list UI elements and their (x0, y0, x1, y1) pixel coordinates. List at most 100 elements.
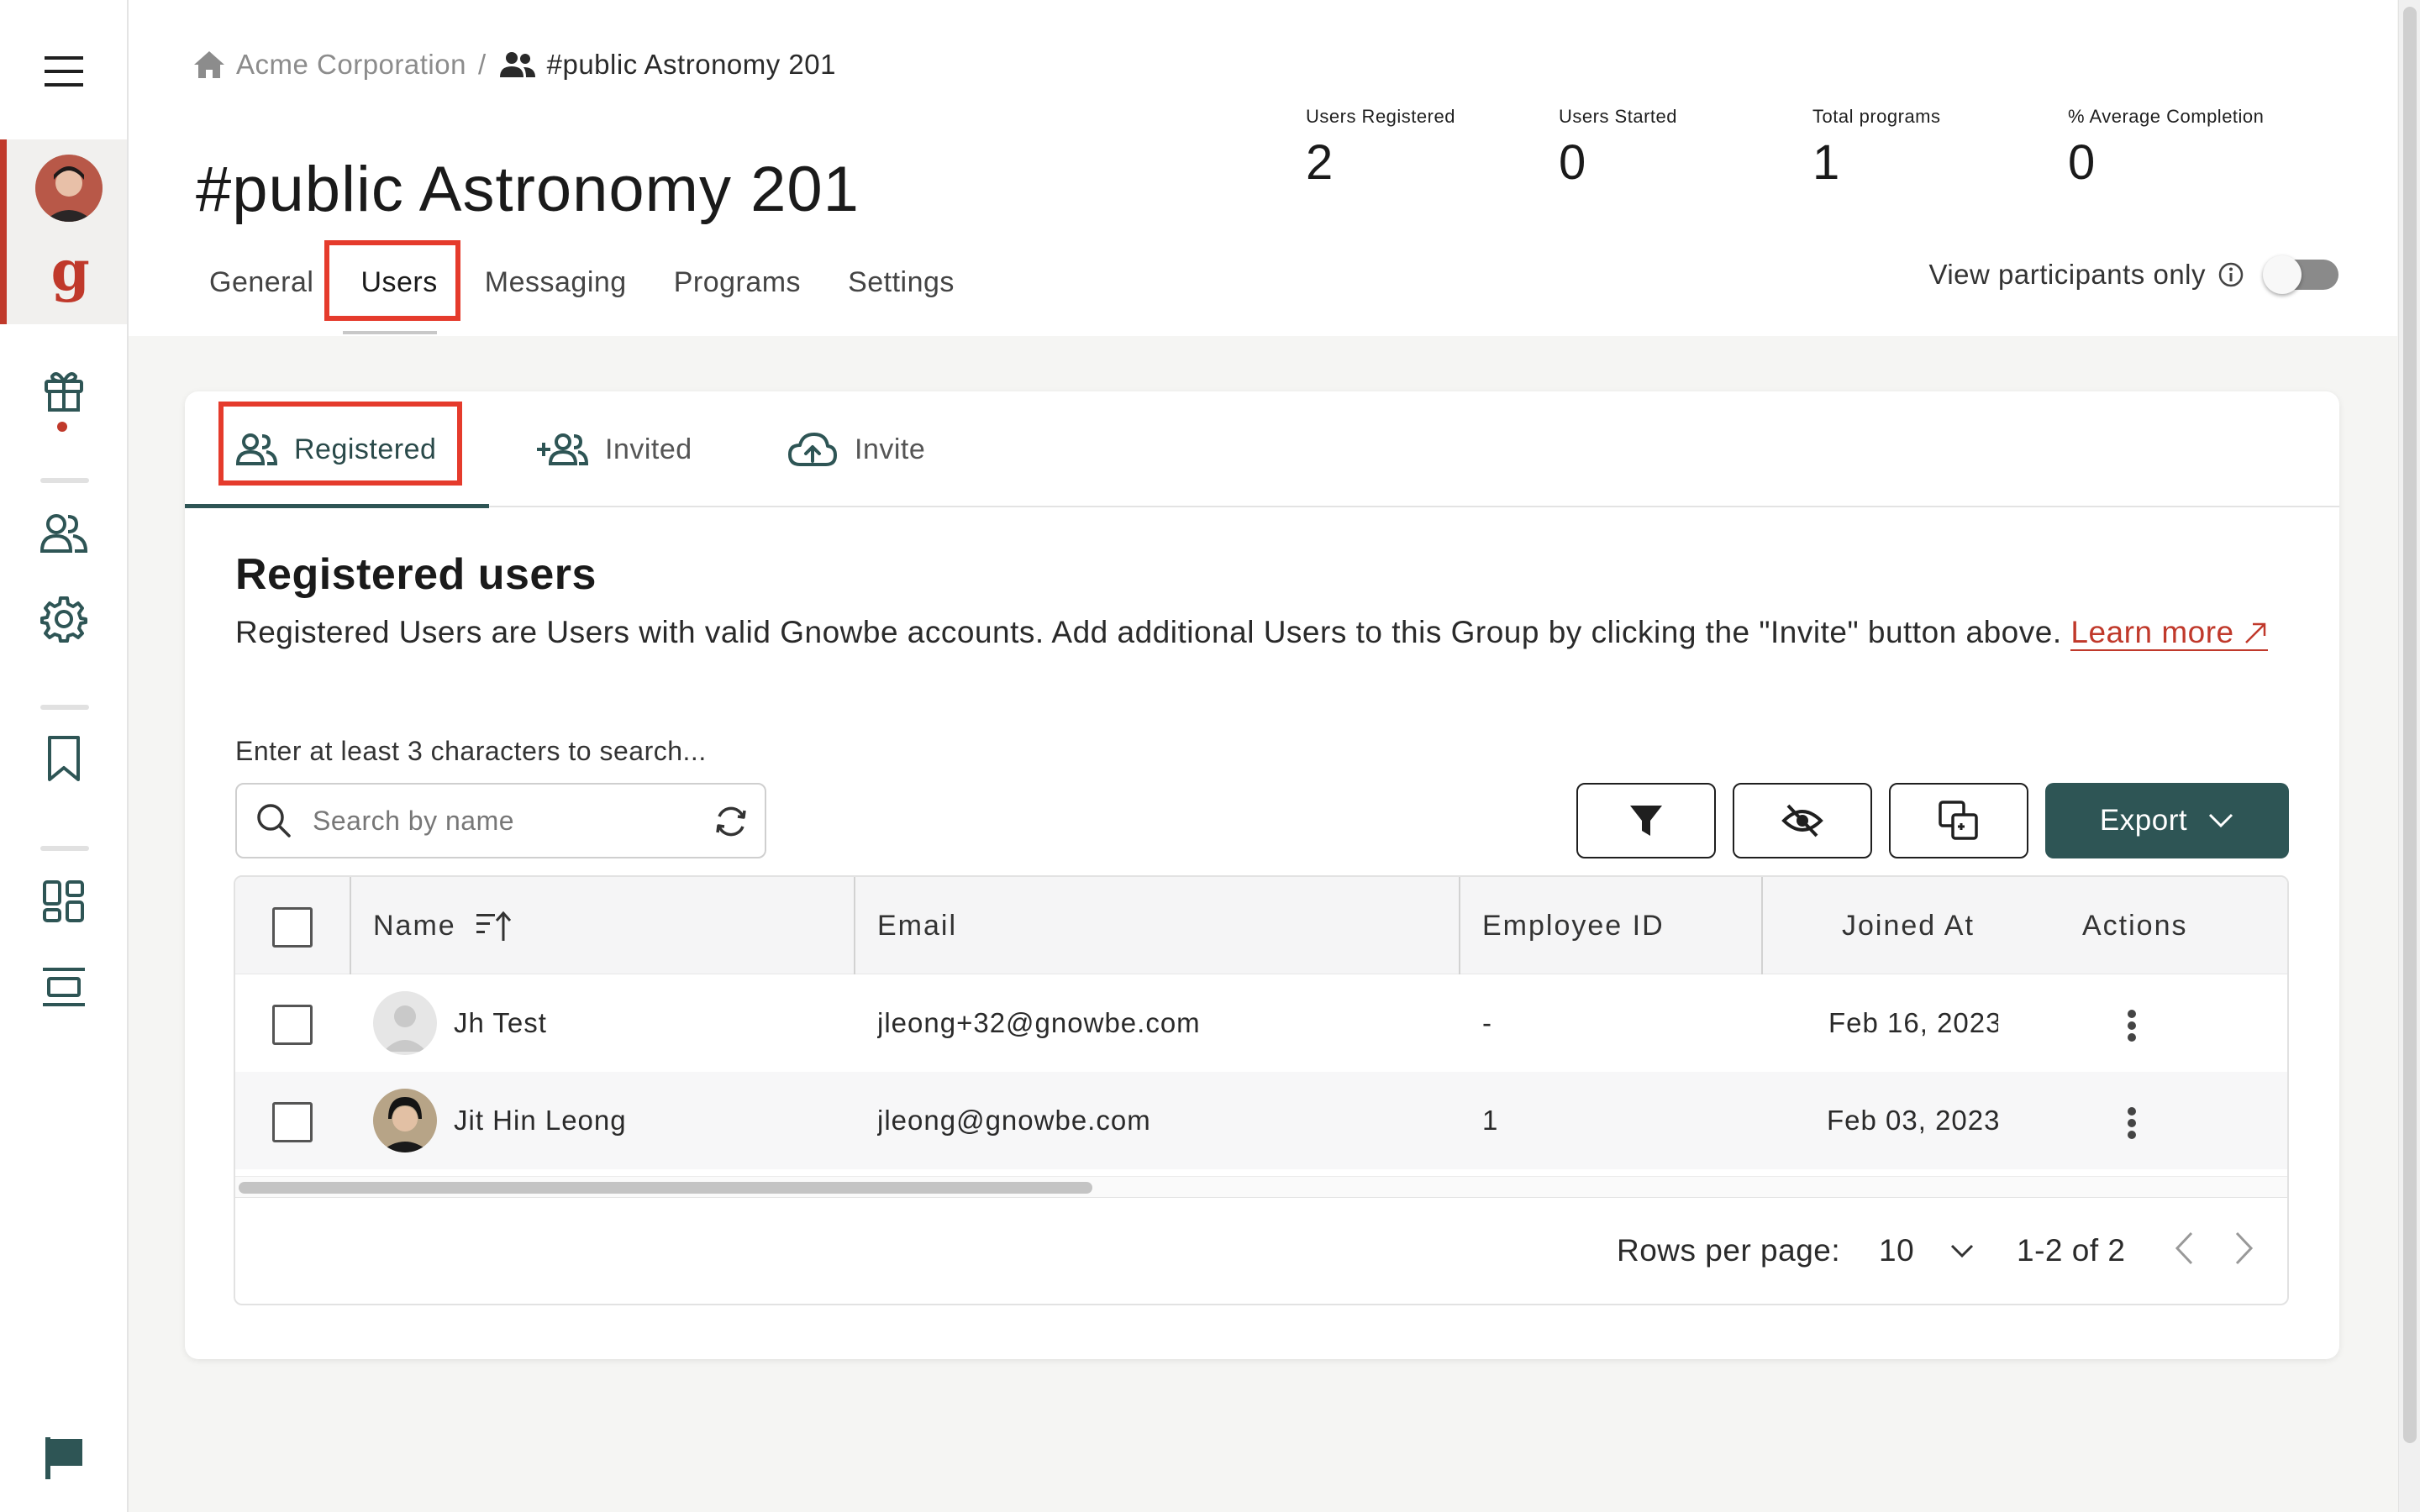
sidebar-divider (40, 846, 89, 851)
view-participants-control: View participants only (1928, 255, 2338, 294)
cell-employee-id: 1 (1482, 1105, 1499, 1136)
row-checkbox[interactable] (272, 1005, 313, 1045)
users-card: Registered Invited Invite Registered use… (185, 391, 2339, 1359)
stat-label: % Average Completion (2068, 106, 2265, 127)
column-header-email[interactable]: Email (877, 877, 957, 974)
pagination-range: 1-2 of 2 (2017, 1233, 2126, 1268)
rewards-button[interactable] (0, 366, 127, 437)
page-title: #public Astronomy 201 (196, 154, 860, 225)
table-row[interactable]: Jh Test jleong+32@gnowbe.com - Feb 16, 2… (235, 974, 2287, 1072)
sort-ascending-icon[interactable] (475, 909, 512, 942)
toggle-columns-button[interactable] (1733, 783, 1872, 858)
chevron-down-icon (2209, 813, 2233, 828)
subtab-invite-label: Invite (855, 433, 926, 465)
cell-email: jleong+32@gnowbe.com (877, 1007, 1201, 1038)
registered-subtab-highlight (218, 402, 462, 486)
stat-value: 0 (1559, 135, 1586, 190)
tab-general[interactable]: General (187, 255, 335, 311)
previous-page-icon[interactable] (2173, 1230, 2195, 1267)
cell-name: Jh Test (373, 974, 547, 1072)
breadcrumb-separator: / (477, 49, 487, 80)
user-avatar[interactable] (35, 155, 103, 222)
search-hint: Enter at least 3 characters to search... (235, 736, 707, 766)
left-sidebar: g (0, 0, 129, 1512)
kebab-dot (2128, 1119, 2136, 1127)
learn-more-link[interactable]: Learn more (2070, 615, 2269, 651)
profile-photo-icon (373, 1089, 437, 1152)
search-input[interactable] (313, 805, 682, 837)
users-tab-highlight (324, 240, 460, 321)
user-name: Jh Test (454, 1007, 547, 1038)
section-description-text: Registered Users are Users with valid Gn… (235, 615, 2071, 649)
avatar (373, 991, 437, 1055)
settings-nav-button[interactable] (0, 591, 127, 647)
filter-button[interactable] (1576, 783, 1716, 858)
cell-email: jleong@gnowbe.com (877, 1105, 1151, 1136)
cell-joined-at: Feb 03, 2023 (1827, 1105, 1998, 1136)
table-horizontal-scrollbar[interactable] (235, 1176, 2287, 1198)
rows-per-page-select[interactable]: 10 (1879, 1233, 1975, 1268)
scrollbar-thumb[interactable] (2403, 7, 2417, 1443)
subtab-invited[interactable]: Invited (536, 391, 692, 507)
external-link-icon (2245, 622, 2266, 643)
stat-label: Users Started (1559, 106, 1677, 127)
column-header-employee-id[interactable]: Employee ID (1482, 877, 1665, 974)
view-participants-label: View participants only (1928, 259, 2206, 290)
stat-total-programs: Total programs 1 (1812, 106, 1941, 191)
stat-value: 1 (1812, 135, 1840, 190)
menu-button[interactable] (0, 44, 127, 99)
next-page-icon[interactable] (2233, 1230, 2255, 1267)
layout-nav-button[interactable] (0, 961, 127, 1013)
column-divider (1761, 877, 1763, 974)
subtab-invite[interactable]: Invite (787, 391, 925, 507)
copy-button[interactable] (1889, 783, 2028, 858)
stat-label: Total programs (1812, 106, 1941, 127)
column-header-name[interactable]: Name (373, 877, 512, 974)
tab-messaging[interactable]: Messaging (463, 255, 649, 311)
row-actions-button[interactable] (2128, 1104, 2138, 1142)
kebab-dot (2128, 1010, 2136, 1018)
page-header: Acme Corporation / #public Astronomy 201… (129, 0, 2397, 336)
page-scrollbar[interactable] (2398, 0, 2420, 1512)
rows-per-page-value: 10 (1879, 1233, 1915, 1268)
registered-subtab-underline (185, 504, 489, 508)
select-all-checkbox[interactable] (272, 907, 313, 948)
dashboard-nav-button[interactable] (0, 875, 127, 927)
main-tabs: General Users Messaging Programs Setting… (187, 249, 976, 316)
learn-more-text: Learn more (2070, 615, 2234, 649)
table-header: Name Email Employee ID Joined At Actions (235, 877, 2287, 974)
org-switcher[interactable]: g (0, 139, 127, 324)
flag-icon (45, 1437, 82, 1479)
info-icon[interactable] (2217, 261, 2244, 288)
refresh-icon[interactable] (713, 803, 750, 840)
cell-joined-at: Feb 16, 2023 (1828, 1007, 1998, 1038)
tab-settings[interactable]: Settings (826, 255, 976, 311)
breadcrumb-current: #public Astronomy 201 (546, 49, 836, 80)
kebab-dot (2128, 1107, 2136, 1116)
add-users-icon (537, 433, 588, 465)
users-icon (39, 514, 87, 553)
bookmarks-nav-button[interactable] (0, 732, 127, 785)
row-checkbox[interactable] (272, 1102, 313, 1142)
users-table: Name Email Employee ID Joined At Actions (234, 875, 2289, 1305)
align-center-icon (42, 968, 85, 1006)
scrollbar-thumb[interactable] (239, 1182, 1092, 1194)
search-field (235, 783, 766, 858)
gift-icon (44, 372, 83, 432)
feedback-nav-button[interactable] (0, 1430, 127, 1485)
breadcrumb-org-link[interactable]: Acme Corporation (236, 49, 466, 81)
column-header-actions: Actions (2082, 909, 2188, 942)
users-nav-button[interactable] (0, 507, 127, 559)
participants-toggle[interactable] (2263, 255, 2338, 294)
tab-programs[interactable]: Programs (652, 255, 823, 311)
column-header-joined-at[interactable]: Joined At (1842, 877, 1975, 974)
kebab-dot (2128, 1021, 2136, 1030)
rows-per-page-label: Rows per page: (1617, 1233, 1841, 1268)
sidebar-divider (40, 705, 89, 710)
table-row[interactable]: Jit Hin Leong jleong@gnowbe.com 1 Feb 03… (235, 1072, 2287, 1169)
column-name-label: Name (373, 909, 456, 942)
export-label: Export (2099, 804, 2188, 837)
row-actions-button[interactable] (2128, 1006, 2138, 1045)
home-icon (194, 51, 224, 78)
export-button[interactable]: Export (2045, 783, 2289, 858)
